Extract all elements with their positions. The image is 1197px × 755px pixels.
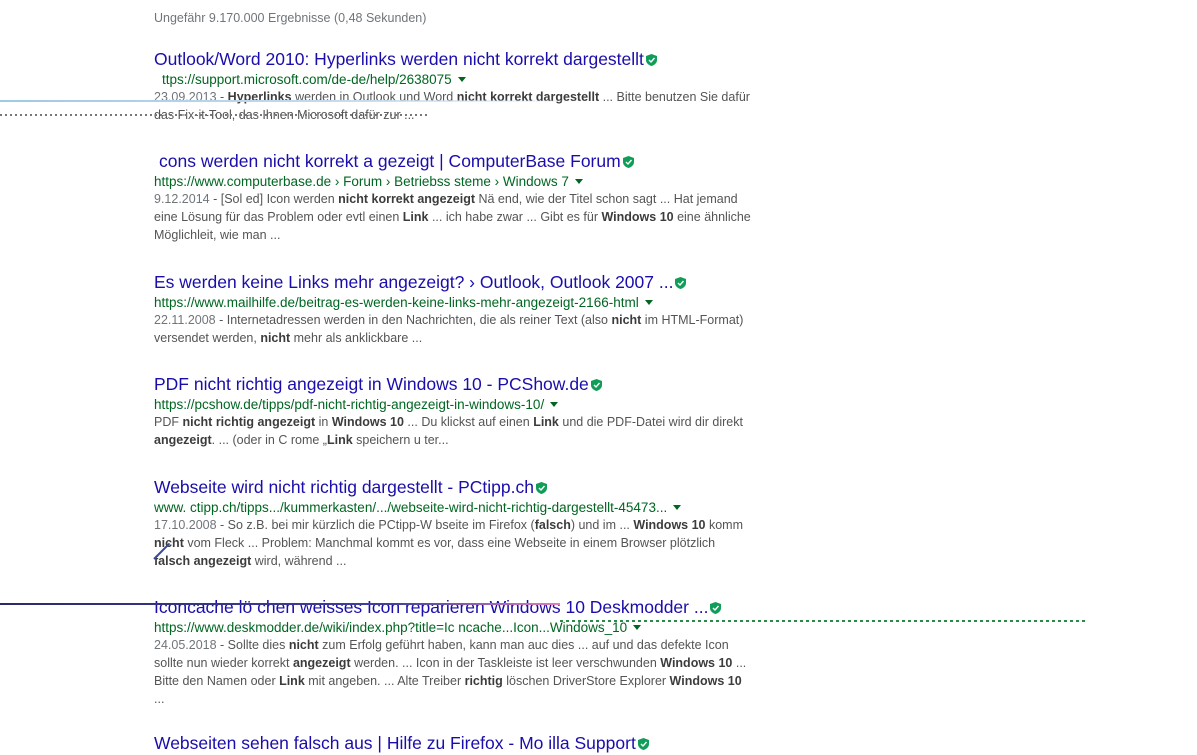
snippet-text: vom Fleck ... Problem: Manchmal kommt es… (183, 536, 716, 550)
snippet-highlight: nicht (260, 331, 291, 345)
search-result: Es werden keine Links mehr angezeigt? › … (154, 271, 754, 347)
result-title-link[interactable]: Outlook/Word 2010: Hyperlinks werden nic… (154, 48, 644, 70)
snippet-text: werden. ... Icon in der Taskleiste ist l… (350, 656, 661, 670)
snippet-text: - Sollte dies (216, 638, 289, 652)
snippet-text: - Internetadressen werden in den Nachric… (215, 313, 612, 327)
result-url: www. ctipp.ch/tipps.../kummerkasten/.../… (154, 499, 668, 515)
result-snippet: 22.11.2008 - Internetadressen werden in … (154, 313, 744, 345)
search-result: Webseite wird nicht richtig dargestellt … (154, 476, 754, 570)
search-result: Webseiten sehen falsch aus | Hilfe zu Fi… (154, 732, 754, 754)
url-dropdown-caret-icon[interactable] (574, 178, 583, 184)
search-result: Iconcache lö chen weisses Icon repariere… (154, 596, 754, 708)
url-dropdown-caret-icon[interactable] (550, 401, 559, 407)
result-snippet: 24.05.2018 - Sollte dies nicht zum Erfol… (154, 638, 747, 706)
snippet-highlight: nicht korrekt dargestellt (456, 90, 600, 104)
result-url: https://www.mailhilfe.de/beitrag-es-werd… (154, 294, 639, 310)
verified-shield-icon (622, 155, 634, 168)
verified-shield-icon (645, 53, 657, 66)
snippet-highlight: Link (326, 433, 353, 447)
snippet-text: werden in Outlook und Word (291, 90, 457, 104)
verified-shield-icon (637, 737, 649, 750)
result-snippet: 23.09.2013 - Hyperlinks werden in Outloo… (154, 90, 750, 122)
snippet-text: ... ich habe zwar ... Gibt es für (428, 210, 602, 224)
snippet-highlight: nicht korrekt angezeigt (338, 192, 475, 206)
snippet-text: mit angeben. ... Alte Treiber (304, 674, 465, 688)
result-url: https://www.deskmodder.de/wiki/index.php… (154, 619, 628, 635)
result-title-link[interactable]: PDF nicht richtig angezeigt in Windows 1… (154, 373, 589, 395)
url-dropdown-caret-icon[interactable] (457, 76, 466, 82)
snippet-text: komm (705, 518, 743, 532)
result-title-link[interactable]: Iconcache lö chen weisses Icon repariere… (154, 596, 708, 618)
snippet-highlight: nicht (288, 638, 319, 652)
result-url: https://www.computerbase.de › Forum › Be… (154, 173, 569, 189)
result-snippet: PDF nicht richtig angezeigt in Windows 1… (154, 413, 754, 449)
snippet-text: und die PDF-Datei wird dir direkt (558, 415, 743, 429)
url-dropdown-caret-icon[interactable] (673, 504, 682, 510)
snippet-text: ... (154, 692, 165, 706)
snippet-text: wird, während ... (251, 554, 347, 568)
snippet-text: löschen DriverStore Explorer (502, 674, 670, 688)
snippet-highlight: Link (533, 415, 559, 429)
snippet-text: mehr als anklickbare ... (290, 331, 423, 345)
result-snippet: 9.12.2014 - [Sol ed] Icon werden nicht k… (154, 192, 751, 242)
snippet-highlight: nicht (611, 313, 642, 327)
snippet-highlight: richtig (464, 674, 503, 688)
result-title-link[interactable]: Es werden keine Links mehr angezeigt? › … (154, 271, 673, 293)
snippet-highlight: Windows 10 (660, 656, 733, 670)
snippet-highlight: nicht (154, 536, 184, 550)
snippet-text: - So z.B. bei mir kürzlich die PCtipp-W … (216, 518, 535, 532)
snippet-highlight: angezeigt (292, 656, 351, 670)
url-dropdown-caret-icon[interactable] (644, 299, 653, 305)
snippet-highlight: falsch angezeigt (154, 554, 252, 568)
snippet-highlight: falsch (534, 518, 571, 532)
search-result: PDF nicht richtig angezeigt in Windows 1… (154, 373, 754, 449)
snippet-text: ... Du klickst auf einen (403, 415, 534, 429)
result-url: https://pcshow.de/tipps/pdf-nicht-richti… (154, 396, 545, 412)
snippet-text: - [Sol ed] Icon werden (209, 192, 339, 206)
result-url: ttps://support.microsoft.com/de-de/help/… (162, 71, 452, 87)
verified-shield-icon (535, 481, 547, 494)
snippet-text: - (216, 90, 228, 104)
search-result: cons werden nicht korrekt a gezeigt | Co… (154, 150, 754, 244)
snippet-highlight: Windows 10 (633, 518, 706, 532)
snippet-highlight: Link (402, 210, 429, 224)
snippet-highlight: Link (279, 674, 305, 688)
url-dropdown-caret-icon[interactable] (633, 624, 642, 630)
verified-shield-icon (590, 378, 602, 391)
snippet-text: PDF (154, 415, 183, 429)
snippet-highlight: angezeigt (154, 433, 212, 447)
result-stats: Ungefähr 9.170.000 Ergebnisse (0,48 Seku… (154, 11, 427, 25)
verified-shield-icon (675, 276, 687, 289)
search-result: Outlook/Word 2010: Hyperlinks werden nic… (154, 48, 754, 124)
verified-shield-icon (710, 601, 722, 614)
snippet-text: speichern u ter... (352, 433, 449, 447)
result-title-link[interactable]: Webseiten sehen falsch aus | Hilfe zu Fi… (154, 732, 636, 754)
result-title-link[interactable]: cons werden nicht korrekt a gezeigt | Co… (159, 150, 621, 172)
snippet-highlight: nicht richtig angezeigt (182, 415, 316, 429)
snippet-text: . ... (oder in C rome „ (211, 433, 327, 447)
snippet-text: ) und im ... (570, 518, 634, 532)
snippet-highlight: Windows 10 (331, 415, 404, 429)
snippet-highlight: Windows 10 (601, 210, 674, 224)
snippet-highlight: Windows 10 (669, 674, 742, 688)
snippet-highlight: Hyperlinks (227, 90, 292, 104)
result-snippet: 17.10.2008 - So z.B. bei mir kürzlich di… (154, 518, 743, 568)
result-title-link[interactable]: Webseite wird nicht richtig dargestellt … (154, 476, 534, 498)
snippet-text: in (315, 415, 332, 429)
